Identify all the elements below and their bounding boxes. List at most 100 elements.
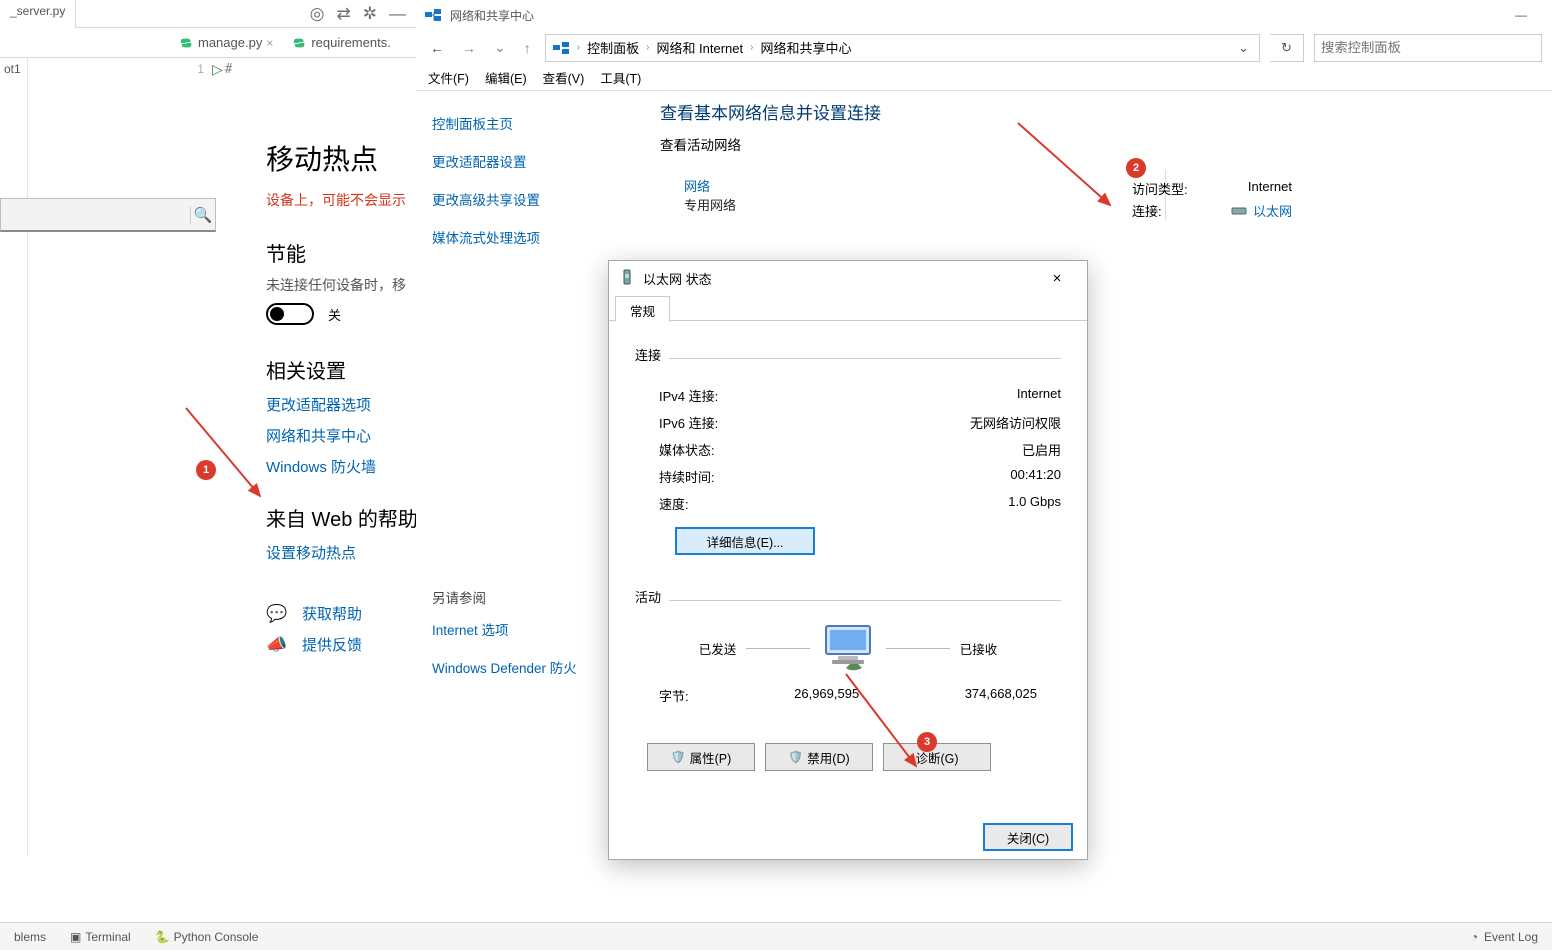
breadcrumb[interactable]: 网络和共享中心 (760, 38, 851, 57)
duration-label: 持续时间: (659, 467, 715, 486)
ipv4-label: IPv4 连接: (659, 386, 718, 405)
sb-problems[interactable]: blems (14, 930, 46, 944)
ethernet-adapter-icon (1231, 204, 1251, 219)
menu-tools[interactable]: 工具(T) (600, 68, 641, 87)
minimize-button[interactable]: — (1498, 8, 1544, 22)
annotation-badge-3: 3 (917, 732, 937, 752)
sb-event-log[interactable]: ◔ Event Log (1471, 930, 1538, 944)
chevron-right-icon[interactable]: › (574, 42, 583, 53)
chevron-right-icon[interactable]: › (747, 42, 756, 53)
properties-button[interactable]: 🛡️ 属性(P) (647, 743, 755, 771)
address-drop-icon[interactable]: ⌄ (1234, 40, 1253, 56)
python-icon: 🐍 (155, 930, 170, 944)
properties-button-label: 属性(P) (690, 748, 732, 767)
diagnose-button[interactable]: 诊断(G) (883, 743, 991, 771)
page-title: 移动热点 (266, 138, 418, 178)
tool-window-label[interactable]: ot1 (4, 62, 21, 76)
disable-button[interactable]: 🛡️ 禁用(D) (765, 743, 873, 771)
ipv6-label: IPv6 连接: (659, 413, 718, 432)
speed-value: 1.0 Gbps (1008, 494, 1061, 513)
window-title-text: 网络和共享中心 (450, 7, 534, 24)
dialog-title-text: 以太网 状态 (643, 269, 1029, 288)
link-network-sharing-center[interactable]: 网络和共享中心 (266, 425, 418, 446)
media-value: 已启用 (1022, 440, 1061, 459)
python-icon (293, 36, 307, 50)
disable-button-label: 禁用(D) (807, 748, 849, 767)
cp-sidebar: 控制面板主页 更改适配器设置 更改高级共享设置 媒体流式处理选项 另请参阅 In… (416, 91, 606, 717)
sb-problems-label: blems (14, 930, 46, 944)
tab-server-py[interactable]: _server.py (0, 0, 76, 28)
details-button[interactable]: 详细信息(E)... (675, 527, 815, 555)
link-set-hotspot[interactable]: 设置移动热点 (266, 542, 418, 563)
link-windows-firewall[interactable]: Windows 防火墙 (266, 456, 418, 477)
power-desc: 未连接任何设备时，移 (266, 275, 418, 295)
give-feedback-link[interactable]: 提供反馈 (302, 634, 362, 655)
ethernet-link[interactable]: 以太网 (1253, 204, 1292, 219)
settings-search[interactable]: 🔍 (0, 198, 216, 232)
back-button[interactable]: ← (426, 40, 448, 56)
sidebar-windows-defender[interactable]: Windows Defender 防火 (432, 657, 590, 677)
received-label: 已接收 (960, 639, 998, 658)
address-bar[interactable]: › 控制面板 › 网络和 Internet › 网络和共享中心 ⌄ (545, 34, 1260, 62)
search-icon[interactable]: 🔍 (190, 206, 215, 224)
close-icon[interactable]: × (266, 36, 273, 50)
network-details: 访问类型:Internet 连接: 以太网 (1132, 176, 1292, 223)
sync-icon[interactable]: ⇄ (337, 4, 351, 24)
get-help-link[interactable]: 获取帮助 (302, 603, 362, 624)
give-feedback[interactable]: 📣 提供反馈 (266, 634, 418, 655)
dialog-tabs: 常规 (609, 295, 1087, 321)
main-heading: 查看基本网络信息并设置连接 (660, 99, 1542, 124)
power-toggle[interactable] (266, 303, 314, 325)
close-icon[interactable]: × (1037, 270, 1077, 287)
menu-bar: 文件(F) 编辑(E) 查看(V) 工具(T) (416, 65, 1552, 90)
settings-page: 移动热点 设备上，可能不会显示 节能 未连接任何设备时，移 关 相关设置 更改适… (232, 58, 418, 855)
gear-icon[interactable]: ✲ (363, 4, 377, 24)
tab-manage-py[interactable]: manage.py × (172, 31, 281, 54)
network-name[interactable]: 网络 (684, 176, 1164, 195)
breadcrumb[interactable]: 控制面板 (587, 38, 639, 57)
get-help[interactable]: 💬 获取帮助 (266, 603, 418, 624)
control-panel-search[interactable] (1314, 34, 1542, 62)
chevron-right-icon[interactable]: › (643, 42, 652, 53)
search-input[interactable] (1, 201, 190, 228)
shield-icon: 🛡️ (671, 750, 686, 764)
sb-event-log-label: Event Log (1484, 930, 1538, 944)
sb-python-console[interactable]: 🐍Python Console (155, 930, 259, 944)
recent-dropdown[interactable]: ⌄ (490, 39, 510, 56)
forward-button[interactable]: → (458, 40, 480, 56)
ethernet-adapter-icon (619, 269, 635, 288)
network-type: 专用网络 (684, 195, 1164, 214)
address-bar-row: ← → ⌄ ↑ › 控制面板 › 网络和 Internet › 网络和共享中心 … (416, 30, 1552, 65)
sidebar-internet-options[interactable]: Internet 选项 (432, 619, 590, 639)
close-button[interactable]: 关闭(C) (983, 823, 1073, 851)
menu-file[interactable]: 文件(F) (428, 68, 469, 87)
sidebar-media-stream[interactable]: 媒体流式处理选项 (432, 227, 590, 247)
speed-label: 速度: (659, 494, 689, 513)
refresh-button[interactable]: ↻ (1270, 34, 1304, 62)
run-gutter-icon[interactable]: ▷ (212, 61, 225, 78)
sidebar-change-adapter[interactable]: 更改适配器设置 (432, 151, 590, 171)
event-log-icon: ◔ (1471, 930, 1478, 944)
annotation-badge-2: 2 (1126, 158, 1146, 178)
bytes-sent-value: 26,969,595 (794, 686, 859, 705)
divider (886, 648, 950, 649)
minus-icon[interactable]: — (389, 4, 406, 24)
sb-terminal[interactable]: ▣Terminal (70, 930, 131, 944)
media-label: 媒体状态: (659, 440, 715, 459)
up-button[interactable]: ↑ (520, 40, 535, 56)
tab-requirements[interactable]: requirements. (285, 31, 398, 54)
sidebar-adv-sharing[interactable]: 更改高级共享设置 (432, 189, 590, 209)
breadcrumb[interactable]: 网络和 Internet (656, 38, 743, 57)
connection-label: 连接: (1132, 201, 1162, 220)
shield-icon: 🛡️ (788, 750, 803, 764)
group-activity: 活动 (635, 587, 661, 606)
menu-edit[interactable]: 编辑(E) (485, 68, 527, 87)
link-adapter-options[interactable]: 更改适配器选项 (266, 394, 418, 415)
sidebar-cp-home[interactable]: 控制面板主页 (432, 113, 590, 133)
ethernet-status-dialog: 以太网 状态 × 常规 连接 IPv4 连接:Internet IPv6 连接:… (608, 260, 1088, 860)
menu-view[interactable]: 查看(V) (543, 68, 585, 87)
target-icon[interactable]: ◎ (310, 4, 325, 24)
window-titlebar: 网络和共享中心 — (416, 0, 1552, 30)
tab-general[interactable]: 常规 (615, 296, 670, 322)
dialog-titlebar: 以太网 状态 × (609, 261, 1087, 295)
